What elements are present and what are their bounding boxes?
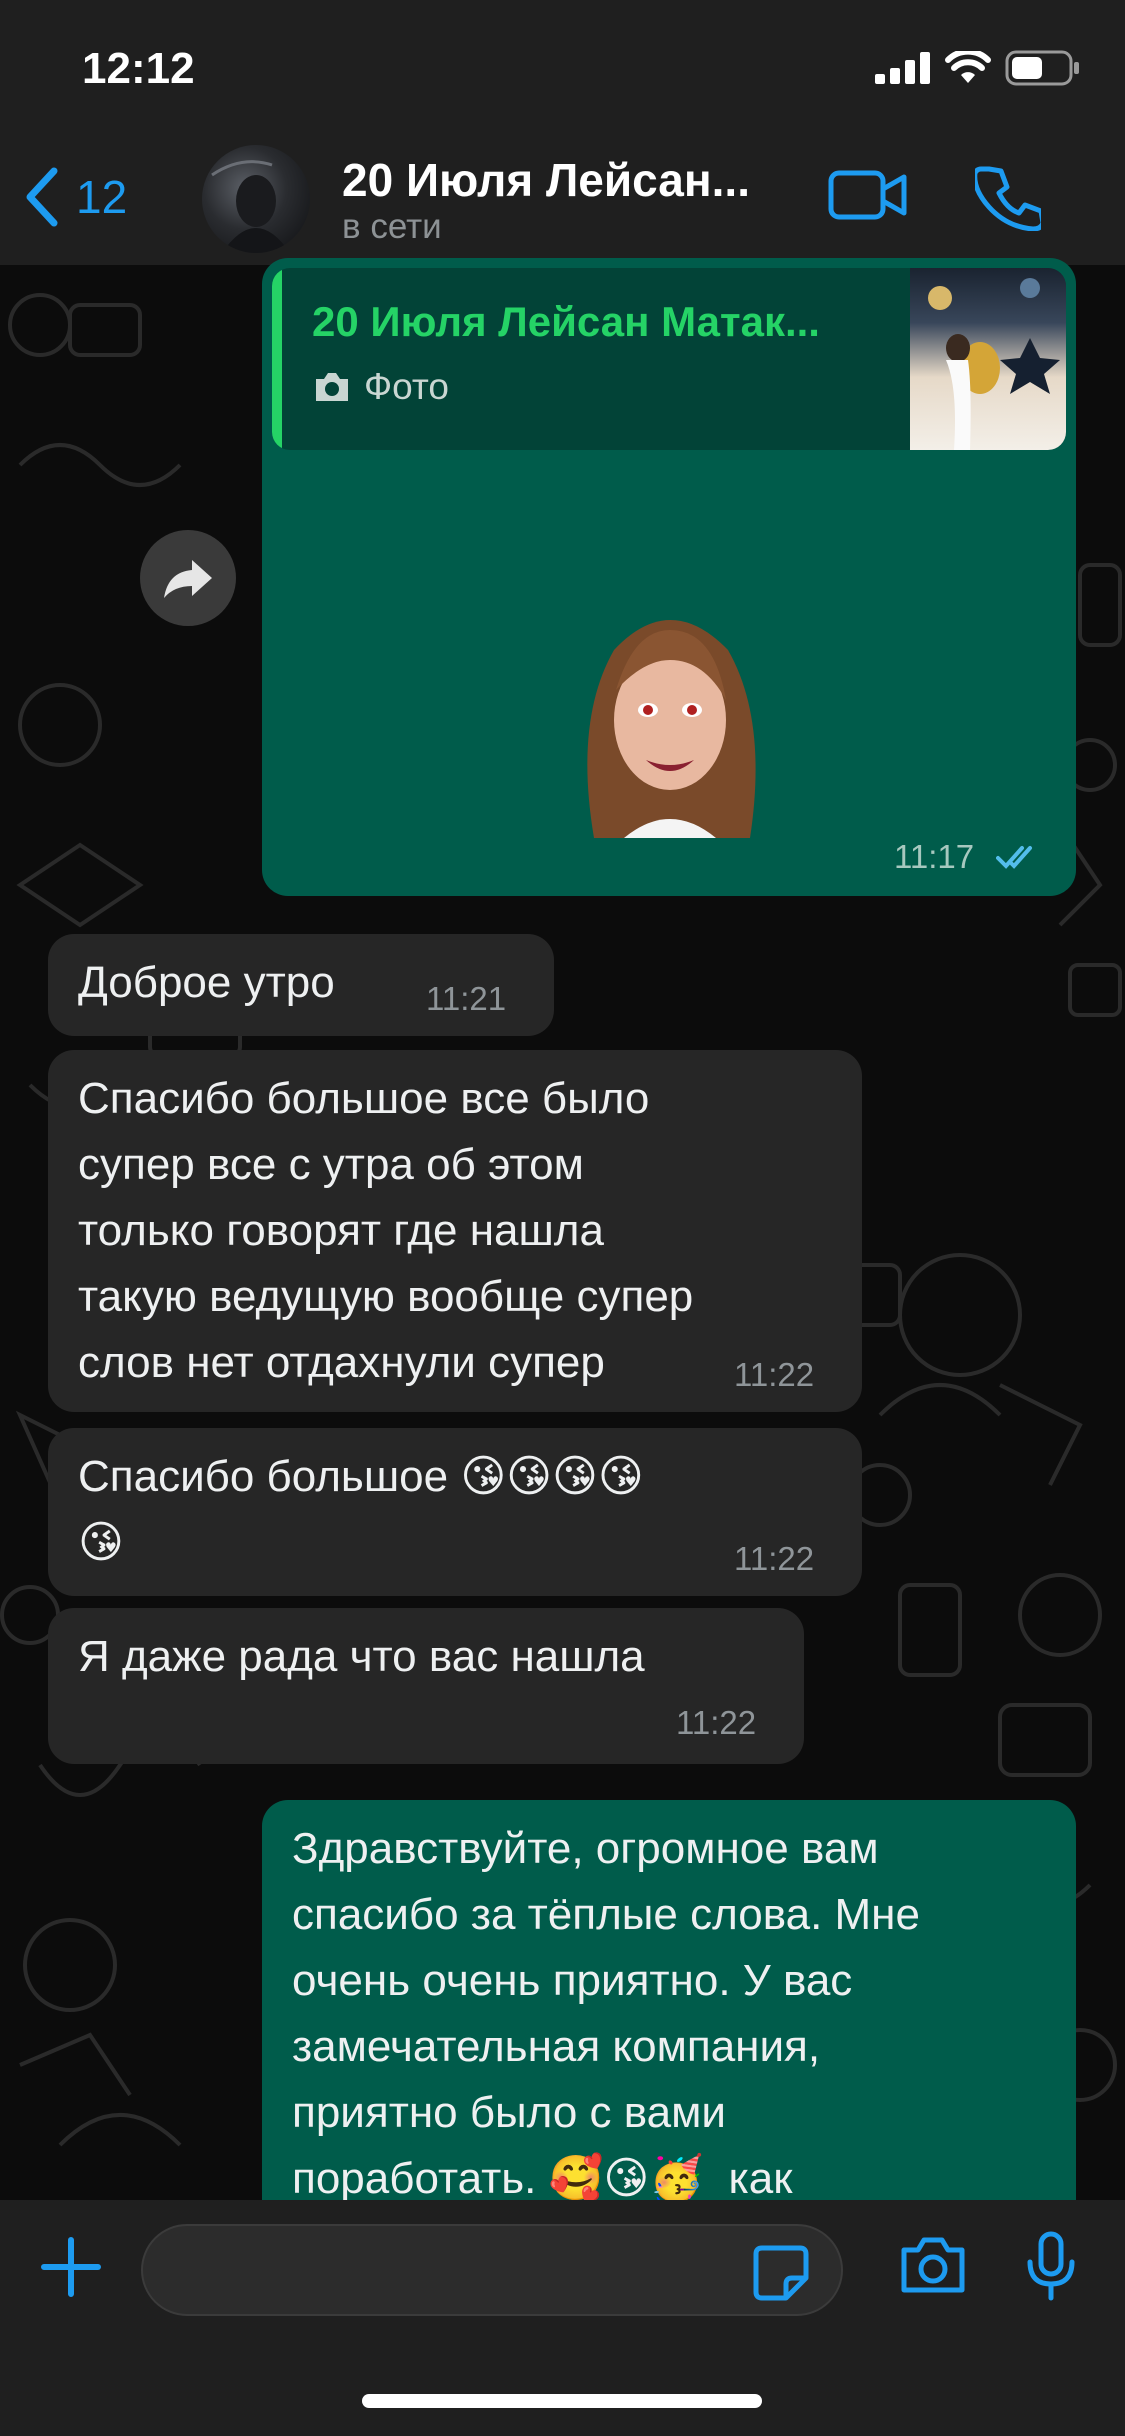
message-input[interactable] xyxy=(141,2224,843,2316)
microphone-button[interactable] xyxy=(1024,2230,1078,2307)
message-text: Спасибо большое все было супер все с утр… xyxy=(78,1074,694,1387)
quote-thumbnail xyxy=(910,268,1066,450)
microphone-icon xyxy=(1027,2231,1075,2301)
message-bubble-incoming[interactable]: Спасибо большое все было супер все с утр… xyxy=(48,1050,862,1412)
status-bar: 12:12 xyxy=(0,0,1125,135)
message-text: Здравствуйте, огромное вам спасибо за тё… xyxy=(292,1824,920,2203)
contact-status: в сети xyxy=(342,207,442,246)
back-chevron-icon xyxy=(26,167,58,227)
double-check-icon xyxy=(996,846,1032,869)
message-time: 11:22 xyxy=(734,1356,815,1393)
back-button[interactable]: 12 xyxy=(22,165,127,229)
contact-name[interactable]: 20 Июля Лейсан... xyxy=(342,153,750,207)
quote-sender-name: 20 Июля Лейсан Матак... xyxy=(312,298,820,345)
message-text: Спасибо большое 😘😘😘😘 😘 xyxy=(78,1452,644,1567)
message-bubble-outgoing[interactable]: Здравствуйте, огромное вам спасибо за тё… xyxy=(262,1800,1076,2260)
sticker-image[interactable] xyxy=(564,600,776,838)
forward-icon xyxy=(164,560,212,598)
status-icons xyxy=(875,50,1081,86)
input-bar xyxy=(0,2200,1125,2436)
camera-icon xyxy=(316,373,348,401)
wifi-icon xyxy=(945,51,991,83)
message-time: 11:17 xyxy=(894,838,975,875)
chat-header: 12 20 Июля Лейсан... в сети xyxy=(0,135,1125,265)
camera-button[interactable] xyxy=(898,2236,968,2299)
plus-icon xyxy=(41,2237,101,2297)
message-text: Доброе утро xyxy=(78,958,335,1007)
cellular-signal-icon xyxy=(875,52,930,84)
quoted-message[interactable]: 20 Июля Лейсан Матак... Фото xyxy=(272,268,1066,450)
message-time: 11:22 xyxy=(676,1704,757,1741)
message-time: 11:22 xyxy=(734,1540,815,1577)
message-text: Я даже рада что вас нашла xyxy=(78,1632,645,1681)
battery-icon xyxy=(1005,50,1079,86)
video-call-button[interactable] xyxy=(828,165,908,230)
status-time: 12:12 xyxy=(82,44,195,93)
sticker-button[interactable] xyxy=(752,2244,810,2307)
quote-type-label: Фото xyxy=(364,366,450,407)
message-bubble-incoming[interactable]: Я даже рада что вас нашла 11:22 xyxy=(48,1608,804,1764)
home-indicator xyxy=(362,2394,762,2408)
attach-button[interactable] xyxy=(40,2236,102,2303)
quote-accent-bar xyxy=(272,268,282,450)
video-call-icon xyxy=(828,170,907,220)
sticker-icon xyxy=(753,2245,809,2301)
forward-button[interactable] xyxy=(140,530,236,626)
phone-icon xyxy=(972,166,1046,232)
message-time: 11:21 xyxy=(426,980,507,1017)
camera-icon xyxy=(901,2237,965,2293)
message-bubble-incoming[interactable]: Доброе утро 11:21 xyxy=(48,934,554,1036)
message-bubble-incoming[interactable]: Спасибо большое 😘😘😘😘 😘 11:22 xyxy=(48,1428,862,1596)
quote-type: Фото xyxy=(312,366,449,408)
voice-call-button[interactable] xyxy=(972,165,1046,236)
unread-count: 12 xyxy=(76,171,128,223)
contact-avatar[interactable] xyxy=(202,145,310,253)
